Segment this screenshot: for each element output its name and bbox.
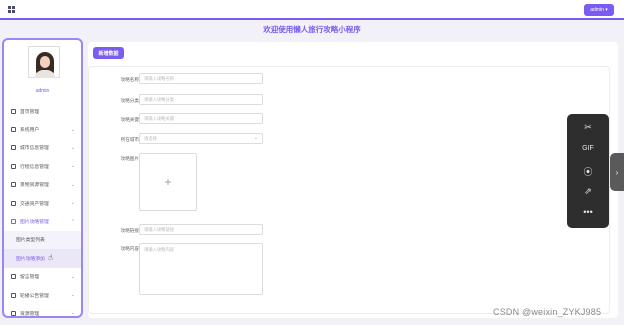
sidebar-item-guide[interactable]: 图片攻略管理 ⌃ bbox=[4, 212, 81, 230]
field-label-content: 攻略内容 bbox=[120, 246, 139, 251]
share-icon[interactable]: ⇗ bbox=[567, 186, 609, 197]
field-label-name: 攻略名称 bbox=[120, 77, 139, 82]
sidebar-item-home[interactable]: 首页管理 bbox=[4, 102, 81, 120]
sidebar-item-transport[interactable]: 交通资产管理 ⌄ bbox=[4, 194, 81, 212]
sidebar-item-trip[interactable]: 行程信息管理 ⌄ bbox=[4, 157, 81, 175]
field-label-category: 攻略分类 bbox=[120, 98, 139, 103]
chevron-right-icon: › bbox=[615, 167, 619, 177]
field-label-link: 攻略链接 bbox=[120, 228, 139, 233]
form-container: 攻略名称 请输入攻略名称 攻略分类 请输入攻略分类 攻略关键 请输入攻略关键 所… bbox=[88, 66, 610, 314]
hand-cursor-icon: ☝ bbox=[48, 253, 53, 263]
home-icon bbox=[11, 108, 16, 114]
chevron-down-icon: ⌄ bbox=[70, 310, 75, 317]
chevron-down-icon: ⌄ bbox=[70, 163, 75, 170]
chevron-down-icon: ⌄ bbox=[70, 181, 75, 188]
field-label-image: 攻略图片 bbox=[120, 156, 139, 161]
plus-icon: + bbox=[164, 175, 172, 189]
image-upload[interactable]: + bbox=[139, 153, 197, 211]
sidebar-item-carousel[interactable]: 轮播公告管理 ⌄ bbox=[4, 286, 81, 304]
avatar bbox=[28, 46, 60, 78]
chevron-down-icon: ⌄ bbox=[70, 144, 75, 151]
sidebar-menu: 首页管理 系统用户 ⌄ 城市信息管理 ⌄ 行程信息管理 ⌄ 景物资源管理 ⌄ 交通资产管… bbox=[4, 102, 81, 317]
side-expand-tab[interactable]: › bbox=[610, 153, 624, 191]
tag-icon bbox=[11, 163, 16, 169]
field-label-city: 所在城市 bbox=[120, 137, 139, 142]
more-icon[interactable]: ••• bbox=[567, 207, 609, 217]
sidebar-item-resources[interactable]: 资源管理 ⌄ bbox=[4, 304, 81, 317]
save-icon bbox=[11, 200, 16, 206]
sidebar-item-messages[interactable]: 留言管理 ⌄ bbox=[4, 268, 81, 286]
record-icon[interactable]: ⦿ bbox=[567, 165, 609, 178]
floating-toolbar: ✂ GIF ⦿ ⇗ ••• bbox=[567, 114, 609, 228]
sidebar-item-guide-add[interactable]: 图片攻略添加 ☝ bbox=[4, 249, 81, 268]
welcome-banner: 欢迎使用懒人旅行攻略小程序 bbox=[0, 22, 624, 38]
top-bar: admin ▾ bbox=[0, 0, 624, 20]
watermark: CSDN @weixin_ZYKJ985 bbox=[493, 307, 602, 317]
bookmark-icon bbox=[11, 145, 16, 151]
chevron-up-icon: ⌃ bbox=[70, 218, 75, 225]
chevron-down-icon: ⌄ bbox=[70, 200, 75, 207]
user-name: admin bbox=[35, 88, 50, 94]
calendar-icon bbox=[11, 292, 16, 298]
sidebar-item-users[interactable]: 系统用户 ⌄ bbox=[4, 120, 81, 138]
document-icon bbox=[11, 219, 16, 225]
sidebar-item-guide-list[interactable]: 图片类型列表 bbox=[4, 231, 81, 249]
chevron-down-icon: ⌄ bbox=[70, 126, 75, 133]
name-input[interactable]: 请输入攻略名称 bbox=[139, 73, 263, 84]
admin-dropdown-button[interactable]: admin ▾ bbox=[584, 4, 614, 16]
content-textarea[interactable]: 请输入攻略内容 bbox=[139, 243, 263, 295]
scissors-icon[interactable]: ✂ bbox=[567, 122, 609, 133]
main-panel: 新增数据 攻略名称 请输入攻略名称 攻略分类 请输入攻略分类 攻略关键 请输入攻… bbox=[88, 42, 618, 318]
sidebar: admin 首页管理 系统用户 ⌄ 城市信息管理 ⌄ 行程信息管理 ⌄ 景物资源管理 ⌄… bbox=[2, 38, 83, 318]
pen-icon bbox=[11, 310, 16, 316]
chevron-down-icon: ⌄ bbox=[70, 273, 75, 280]
message-icon bbox=[11, 274, 16, 280]
grid-menu-icon[interactable] bbox=[8, 6, 15, 13]
gif-icon[interactable]: GIF bbox=[567, 145, 609, 152]
settings-icon bbox=[11, 182, 16, 188]
sidebar-item-city[interactable]: 城市信息管理 ⌄ bbox=[4, 139, 81, 157]
new-data-tag[interactable]: 新增数据 bbox=[93, 47, 124, 59]
sidebar-item-scenery[interactable]: 景物资源管理 ⌄ bbox=[4, 176, 81, 194]
field-label-keywords: 攻略关键 bbox=[120, 117, 139, 122]
guide-submenu: 图片类型列表 图片攻略添加 ☝ bbox=[4, 230, 81, 268]
link-input[interactable]: 请输入攻略链接 bbox=[139, 224, 263, 235]
keywords-input[interactable]: 请输入攻略关键 bbox=[139, 113, 263, 124]
chevron-down-icon: ⌄ bbox=[70, 292, 75, 299]
city-select[interactable]: 请选择 ⌄ bbox=[139, 133, 263, 144]
chevron-down-icon: ⌄ bbox=[253, 135, 258, 141]
user-icon bbox=[11, 127, 16, 133]
category-input[interactable]: 请输入攻略分类 bbox=[139, 94, 263, 105]
